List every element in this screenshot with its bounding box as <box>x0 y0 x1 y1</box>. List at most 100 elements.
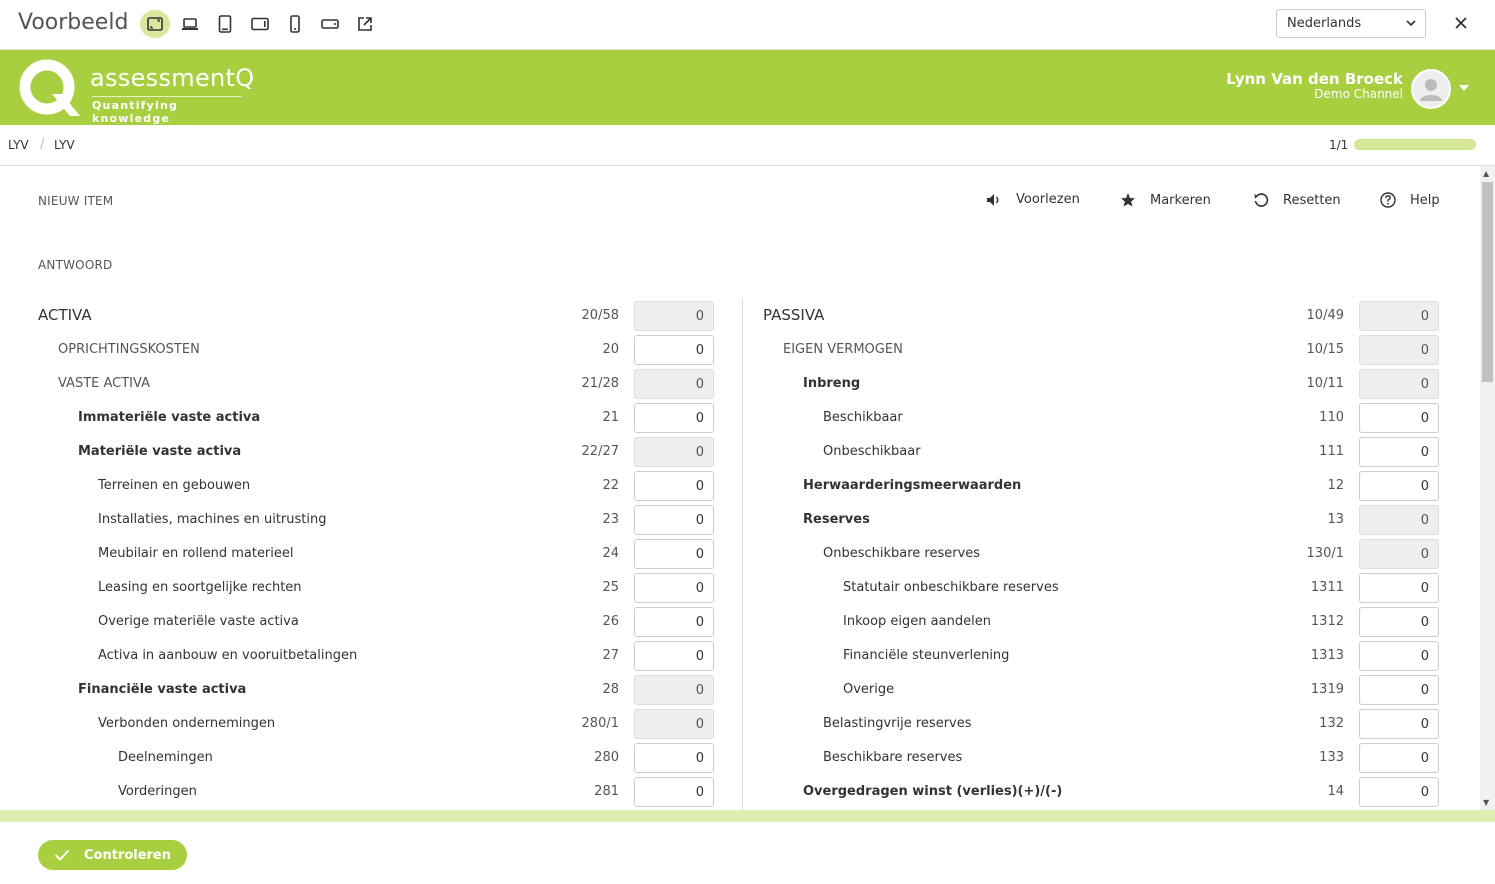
row-label: VASTE ACTIVA <box>58 376 150 391</box>
chevron-down-icon <box>1406 20 1416 27</box>
reset-label: Resetten <box>1283 192 1341 208</box>
close-button[interactable] <box>1450 12 1472 34</box>
breadcrumb: LYV / LYV 1/1 <box>0 125 1495 166</box>
amount-input[interactable] <box>1359 607 1439 637</box>
tablet-landscape-view-button[interactable] <box>245 10 275 38</box>
balance-row: Onbeschikbaar 111 <box>763 435 1443 469</box>
amount-input[interactable] <box>634 505 714 535</box>
open-external-button[interactable] <box>350 10 380 38</box>
scrollbar[interactable]: ▲ ▼ <box>1480 166 1495 810</box>
balance-row: EIGEN VERMOGEN 10/15 <box>763 333 1443 367</box>
amount-input[interactable] <box>1359 403 1439 433</box>
row-code: 13 <box>1327 512 1344 527</box>
balance-row: Reserves 13 <box>763 503 1443 537</box>
amount-input[interactable] <box>634 539 714 569</box>
phone-landscape-icon <box>321 19 339 29</box>
scrollbar-thumb[interactable] <box>1482 182 1493 382</box>
amount-input[interactable] <box>634 641 714 671</box>
amount-input[interactable] <box>634 403 714 433</box>
reset-button[interactable]: Resetten <box>1253 192 1341 208</box>
balance-row: Leasing en soortgelijke rechten 25 <box>38 571 718 605</box>
row-code: 21/28 <box>581 376 619 391</box>
read-aloud-button[interactable]: Voorlezen <box>986 192 1080 207</box>
amount-input[interactable] <box>1359 573 1439 603</box>
user-icon <box>1420 79 1442 101</box>
breadcrumb-item[interactable]: LYV <box>54 138 75 152</box>
scroll-up-icon[interactable]: ▲ <box>1483 169 1489 178</box>
balance-row: Onbeschikbare reserves 130/1 <box>763 537 1443 571</box>
row-label: Verbonden ondernemingen <box>98 716 276 731</box>
breadcrumb-item[interactable]: LYV <box>8 138 29 152</box>
user-name[interactable]: Lynn Van den Broeck <box>1226 70 1403 88</box>
row-code: 27 <box>602 648 619 663</box>
laptop-view-button[interactable] <box>175 10 205 38</box>
check-button[interactable]: Controleren <box>38 840 187 870</box>
row-code: 1313 <box>1310 648 1344 663</box>
balance-row: Herwaarderingsmeerwaarden 12 <box>763 469 1443 503</box>
balance-row: Verbonden ondernemingen 280/1 <box>38 707 718 741</box>
row-label: Financiële vaste activa <box>78 682 247 697</box>
amount-input[interactable] <box>634 471 714 501</box>
row-label: PASSIVA <box>763 306 825 324</box>
balance-row: Deelnemingen 280 <box>38 741 718 775</box>
amount-input[interactable] <box>1359 777 1439 807</box>
balance-row: Meubilair en rollend materieel 24 <box>38 537 718 571</box>
amount-input[interactable] <box>634 573 714 603</box>
help-label: Help <box>1410 192 1440 208</box>
row-label: Statutair onbeschikbare reserves <box>843 580 1059 595</box>
caret-down-icon[interactable] <box>1459 85 1469 91</box>
amount-input[interactable] <box>1359 743 1439 773</box>
row-code: 20 <box>602 342 619 357</box>
close-icon <box>1455 17 1467 29</box>
row-label: ACTIVA <box>38 306 92 324</box>
fullscreen-icon <box>147 17 163 31</box>
total-value-field <box>634 675 714 705</box>
amount-input[interactable] <box>634 743 714 773</box>
row-label: OPRICHTINGSKOSTEN <box>58 342 200 357</box>
amount-input[interactable] <box>634 777 714 807</box>
tablet-portrait-view-button[interactable] <box>210 10 240 38</box>
row-code: 23 <box>602 512 619 527</box>
row-label: Immateriële vaste activa <box>78 410 261 425</box>
language-select[interactable]: Nederlands <box>1276 9 1426 38</box>
row-label: Herwaarderingsmeerwaarden <box>803 478 1022 493</box>
row-label: Terreinen en gebouwen <box>98 478 251 493</box>
mark-button[interactable]: Markeren <box>1120 192 1211 208</box>
row-code: 10/49 <box>1306 308 1344 323</box>
amount-input[interactable] <box>1359 641 1439 671</box>
amount-input[interactable] <box>634 335 714 365</box>
row-code: 1312 <box>1310 614 1344 629</box>
amount-input[interactable] <box>634 607 714 637</box>
row-label: Beschikbaar <box>823 410 903 425</box>
user-channel[interactable]: Demo Channel <box>1314 87 1403 101</box>
row-code: 130/1 <box>1306 546 1344 561</box>
total-value-field <box>634 709 714 739</box>
total-value-field <box>1359 335 1439 365</box>
row-code: 21 <box>602 410 619 425</box>
balance-row: Beschikbaar 110 <box>763 401 1443 435</box>
row-code: 12 <box>1327 478 1344 493</box>
row-code: 22/27 <box>581 444 619 459</box>
help-button[interactable]: Help <box>1380 192 1440 208</box>
row-code: 28 <box>602 682 619 697</box>
assessmentq-logo-icon <box>19 59 80 116</box>
scroll-down-icon[interactable]: ▼ <box>1483 798 1489 807</box>
tablet-portrait-icon <box>218 15 232 33</box>
amount-input[interactable] <box>1359 471 1439 501</box>
balance-row: VASTE ACTIVA 21/28 <box>38 367 718 401</box>
row-label: Inkoop eigen aandelen <box>843 614 991 629</box>
row-label: Materiële vaste activa <box>78 444 242 459</box>
balance-row: Installaties, machines en uitrusting 23 <box>38 503 718 537</box>
fullscreen-view-button[interactable] <box>140 10 170 38</box>
total-value-field <box>634 437 714 467</box>
phone-portrait-view-button[interactable] <box>280 10 310 38</box>
phone-landscape-view-button[interactable] <box>315 10 345 38</box>
row-code: 111 <box>1319 444 1344 459</box>
amount-input[interactable] <box>1359 675 1439 705</box>
amount-input[interactable] <box>1359 709 1439 739</box>
mark-label: Markeren <box>1150 192 1211 208</box>
avatar[interactable] <box>1411 69 1451 109</box>
amount-input[interactable] <box>1359 437 1439 467</box>
row-code: 20/58 <box>581 308 619 323</box>
breadcrumb-separator: / <box>40 137 45 152</box>
